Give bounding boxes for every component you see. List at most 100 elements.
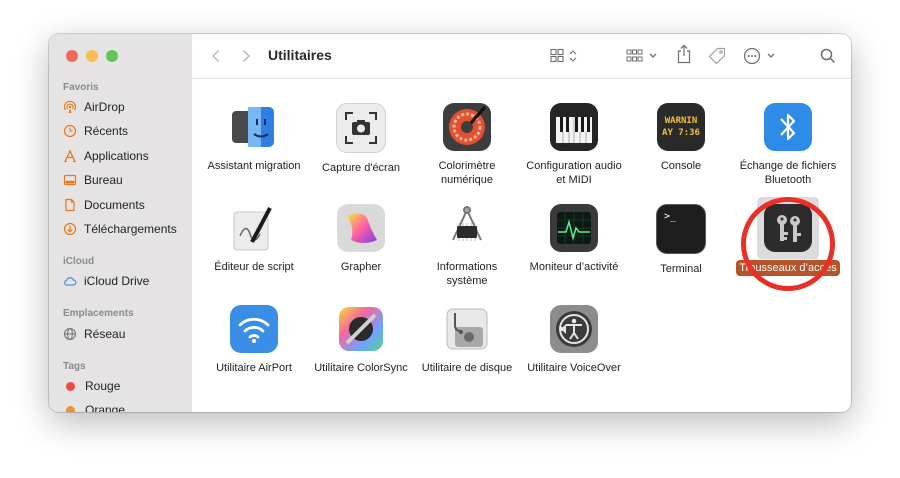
app-capture-ecran[interactable]: Capture d'écran [307,103,415,175]
sidebar-item-label: Rouge [85,379,121,393]
traffic-lights [66,50,118,62]
toolbar: Utilitaires [192,34,851,79]
app-editeur-script[interactable]: Éditeur de script [200,204,308,274]
app-audio-midi[interactable]: Configuration audio et MIDI [520,103,628,187]
ellipsis-circle-icon [743,47,775,65]
sidebar-item-label: Applications [84,149,149,163]
zoom-button[interactable] [106,50,118,62]
airdrop-icon [63,100,77,114]
app-label: Informations système [436,261,498,287]
app-colorimetre[interactable]: Colorimètre numérique [413,103,521,187]
app-label: Grapher [340,261,382,273]
sidebar-item-label: Récents [84,124,129,138]
chevron-right-icon [242,49,251,63]
sidebar-heading-favoris: Favoris [63,82,99,93]
app-grapher[interactable]: Grapher [307,204,415,274]
console-icon-text: WARNIN [664,116,698,126]
app-assistant-migration[interactable]: Assistant migration [200,103,308,173]
app-label: Console [660,160,702,172]
window-title: Utilitaires [268,47,332,63]
sidebar-item-icloud-drive[interactable]: iCloud Drive [63,271,149,291]
app-label: Éditeur de script [214,261,294,273]
applications-icon [63,149,77,163]
voiceover-icon [550,305,598,353]
sidebar-item-telechargements[interactable]: Téléchargements [63,219,177,239]
app-informations-systeme[interactable]: Informations système [413,204,521,288]
app-utilitaire-disque[interactable]: Utilitaire de disque [413,305,521,375]
sidebar-item-reseau[interactable]: Réseau [63,324,125,344]
app-label: Configuration audio et MIDI [526,160,622,186]
app-utilitaire-colorsync[interactable]: Utilitaire ColorSync [307,305,415,375]
chevron-left-icon [211,49,220,63]
close-button[interactable] [66,50,78,62]
share-button[interactable] [674,44,694,64]
app-label: Capture d'écran [322,162,400,174]
sidebar-tag-orange[interactable]: Orange [63,400,125,412]
console-icon: WARNIN AY 7:36 [657,103,705,151]
app-utilitaire-airport[interactable]: Utilitaire AirPort [200,305,308,375]
app-label: Utilitaire de disque [421,362,513,374]
download-icon [63,222,77,236]
more-actions-button[interactable] [743,46,777,66]
app-moniteur-activite[interactable]: Moniteur d’activité [520,204,628,274]
search-icon [820,48,836,64]
bluetooth-icon [764,103,812,151]
grapher-icon [337,204,385,252]
document-icon [63,198,77,212]
sidebar: Favoris AirDrop Récents Applications Bur… [49,34,192,412]
app-label: Colorimètre numérique [438,160,496,186]
app-label: Utilitaire AirPort [216,362,292,374]
highlight-circle [741,197,835,291]
migration-assistant-icon [230,103,278,151]
search-button[interactable] [818,46,838,66]
forward-button[interactable] [236,46,256,66]
sidebar-item-label: Documents [84,198,145,212]
sidebar-item-label: Bureau [84,173,123,187]
desktop-icon [63,173,77,187]
terminal-icon: >_ [656,204,706,254]
sidebar-item-recents[interactable]: Récents [63,121,128,141]
sidebar-item-bureau[interactable]: Bureau [63,170,123,190]
back-button[interactable] [206,46,226,66]
view-mode-button[interactable] [550,46,582,66]
app-terminal[interactable]: >_ Terminal [627,204,735,276]
cloud-icon [63,274,77,288]
app-label: Utilitaire ColorSync [314,362,408,374]
console-icon-text: AY 7:36 [662,128,700,138]
terminal-prompt-text: >_ [664,211,677,222]
colorsync-icon [337,305,385,353]
share-icon [677,44,691,64]
airport-utility-icon [230,305,278,353]
globe-icon [63,327,77,341]
activity-monitor-icon [550,204,598,252]
sidebar-tag-rouge[interactable]: Rouge [63,376,120,396]
sidebar-heading-tags: Tags [63,361,86,372]
sidebar-heading-icloud: iCloud [63,256,95,267]
minimize-button[interactable] [86,50,98,62]
grid-view-icon [550,48,577,63]
sidebar-item-applications[interactable]: Applications [63,146,149,166]
app-utilitaire-voiceover[interactable]: Utilitaire VoiceOver [520,305,628,375]
sidebar-heading-emplacements: Emplacements [63,308,134,319]
app-echange-bluetooth[interactable]: Échange de fichiers Bluetooth [734,103,842,187]
group-button[interactable] [626,46,660,66]
tag-dot-icon [66,381,75,391]
app-label: Échange de fichiers Bluetooth [739,160,837,186]
sidebar-item-label: AirDrop [84,100,125,114]
app-label: Utilitaire VoiceOver [527,362,621,374]
script-editor-icon [230,204,278,252]
disk-utility-icon [443,305,491,353]
clock-icon [63,124,77,138]
app-console[interactable]: WARNIN AY 7:36 Console [627,103,735,173]
sidebar-item-airdrop[interactable]: AirDrop [63,97,125,117]
app-label: Assistant migration [207,160,301,172]
finder-window: Favoris AirDrop Récents Applications Bur… [49,34,851,412]
tag-icon [708,47,726,65]
sidebar-item-label: Orange [85,403,126,412]
sidebar-item-label: iCloud Drive [84,274,150,288]
sidebar-item-documents[interactable]: Documents [63,195,145,215]
tag-button[interactable] [706,46,728,66]
group-grid-icon [626,49,657,62]
app-label: Moniteur d’activité [529,261,619,273]
tag-dot-icon [66,405,75,412]
